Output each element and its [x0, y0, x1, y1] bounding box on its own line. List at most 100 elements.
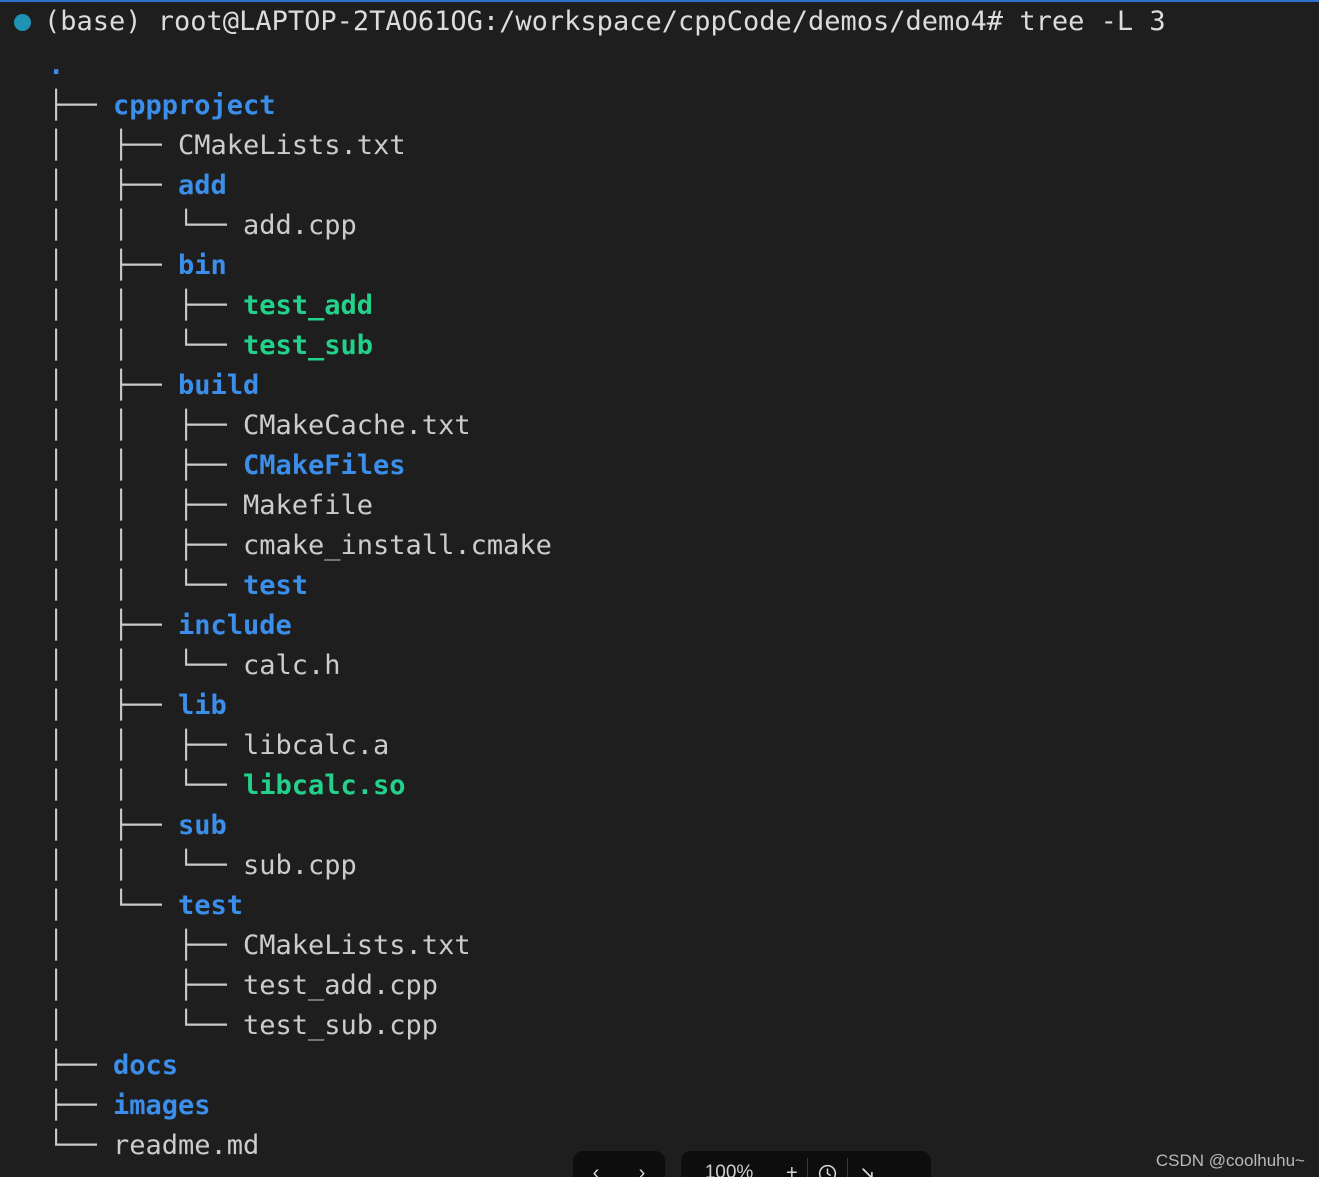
tree-entry-dir: sub [178, 810, 227, 841]
tree-guide-glyphs: │ ├── [48, 970, 244, 1001]
tree-entry-file: libcalc.a [243, 730, 390, 761]
tree-entry-exec: libcalc.so [243, 770, 406, 801]
tree-row: ├── cppproject [0, 86, 1319, 126]
tree-entry-file: test_add.cpp [243, 970, 439, 1001]
tree-row-inner: │ │ └── test_sub [0, 326, 1319, 366]
tree-entry-dir: build [178, 370, 260, 401]
tree-row-inner: │ ├── lib [0, 686, 1319, 726]
tree-guide-glyphs: │ │ └── [48, 210, 244, 241]
tree-entry-dir: lib [178, 690, 227, 721]
tree-entry-dir: . [48, 50, 65, 81]
tree-guide-glyphs: │ │ └── [48, 650, 244, 681]
tree-row: │ ├── sub [0, 806, 1319, 846]
tree-row: │ ├── include [0, 606, 1319, 646]
tree-guide-glyphs: │ │ ├── [48, 530, 244, 561]
tree-row-inner: ├── docs [0, 1046, 1319, 1086]
tree-row-inner: │ └── test [0, 886, 1319, 926]
tree-guide-glyphs: │ │ ├── [48, 410, 244, 441]
tree-row-inner: │ │ ├── CMakeCache.txt [0, 406, 1319, 446]
tree-row-inner: │ └── test_sub.cpp [0, 1006, 1319, 1046]
tree-guide-glyphs: │ ├── [48, 370, 179, 401]
tree-row: │ │ └── test [0, 566, 1319, 606]
tree-row: ├── docs [0, 1046, 1319, 1086]
tree-row: │ ├── bin [0, 246, 1319, 286]
tree-row: │ └── test_sub.cpp [0, 1006, 1319, 1046]
tree-row: │ │ ├── CMakeFiles [0, 446, 1319, 486]
tree-row-inner: │ │ ├── CMakeFiles [0, 446, 1319, 486]
tree-entry-exec: test_sub [243, 330, 374, 361]
terminal-window: (base) root@LAPTOP-2TAO61OG:/workspace/c… [0, 0, 1319, 1177]
tree-guide-glyphs: │ ├── [48, 690, 179, 721]
tree-guide-glyphs: │ │ ├── [48, 290, 244, 321]
tree-row-inner: │ │ ├── test_add [0, 286, 1319, 326]
top-accent-strip [0, 0, 1319, 2]
tree-row-inner: └── readme.md [0, 1126, 1319, 1166]
tree-entry-file: sub.cpp [243, 850, 357, 881]
tree-row: │ │ ├── cmake_install.cmake [0, 526, 1319, 566]
tree-row-inner: │ │ ├── cmake_install.cmake [0, 526, 1319, 566]
tree-row-inner: │ │ ├── libcalc.a [0, 726, 1319, 766]
tree-row-inner: │ ├── build [0, 366, 1319, 406]
tree-guide-glyphs: ├── [48, 1090, 114, 1121]
tree-row-inner: ├── cppproject [0, 86, 1319, 126]
tree-row-inner: │ ├── include [0, 606, 1319, 646]
tree-row: │ │ ├── Makefile [0, 486, 1319, 526]
watermark: CSDN @coolhuhu~ [1155, 1151, 1305, 1170]
tree-entry-dir: CMakeFiles [243, 450, 406, 481]
tree-entry-file: Makefile [243, 490, 374, 521]
tree-guide-glyphs: │ │ └── [48, 770, 244, 801]
tree-row-inner: ├── images [0, 1086, 1319, 1126]
tree-entry-file: CMakeLists.txt [243, 930, 471, 961]
tree-row: └── readme.md [0, 1126, 1319, 1166]
tree-entry-file: readme.md [113, 1130, 260, 1161]
tree-guide-glyphs: │ └── [48, 890, 179, 921]
prompt-status-dot-icon [14, 13, 31, 31]
tree-entry-dir: bin [178, 250, 227, 281]
tree-row: │ │ └── libcalc.so [0, 766, 1319, 806]
tree-row: │ ├── build [0, 366, 1319, 406]
tree-row-inner: │ │ └── add.cpp [0, 206, 1319, 246]
tree-guide-glyphs: │ ├── [48, 130, 179, 161]
tree-entry-file: test_sub.cpp [243, 1010, 439, 1041]
tree-row-inner: │ ├── CMakeLists.txt [0, 926, 1319, 966]
tree-guide-glyphs: │ ├── [48, 930, 244, 961]
tree-guide-glyphs: └── [48, 1130, 114, 1161]
tree-guide-glyphs: │ │ └── [48, 330, 244, 361]
tree-entry-dir: cppproject [113, 90, 276, 121]
tree-row: . [0, 46, 1319, 86]
tree-guide-glyphs: │ │ ├── [48, 490, 244, 521]
tree-row-inner: │ │ ├── Makefile [0, 486, 1319, 526]
tree-guide-glyphs: │ │ └── [48, 570, 244, 601]
tree-row: │ │ └── test_sub [0, 326, 1319, 366]
tree-entry-file: CMakeCache.txt [243, 410, 471, 441]
tree-guide-glyphs: │ ├── [48, 250, 179, 281]
tree-entry-dir: docs [113, 1050, 179, 1081]
tree-entry-dir: add [178, 170, 227, 201]
tree-entry-dir: include [178, 610, 292, 641]
prompt-text: (base) root@LAPTOP-2TAO61OG:/workspace/c… [44, 6, 1166, 37]
tree-row-inner: │ │ └── libcalc.so [0, 766, 1319, 806]
tree-guide-glyphs: │ ├── [48, 170, 179, 201]
tree-entry-file: CMakeLists.txt [178, 130, 406, 161]
tree-row-inner: │ ├── CMakeLists.txt [0, 126, 1319, 166]
tree-row: │ │ ├── CMakeCache.txt [0, 406, 1319, 446]
tree-row: │ │ └── add.cpp [0, 206, 1319, 246]
tree-row: │ │ ├── test_add [0, 286, 1319, 326]
tree-row-inner: │ ├── sub [0, 806, 1319, 846]
tree-row: │ ├── test_add.cpp [0, 966, 1319, 1006]
tree-row: │ └── test [0, 886, 1319, 926]
tree-guide-glyphs: │ │ ├── [48, 730, 244, 761]
tree-row-inner: │ ├── bin [0, 246, 1319, 286]
tree-row-inner: │ │ └── calc.h [0, 646, 1319, 686]
tree-row: │ ├── lib [0, 686, 1319, 726]
tree-guide-glyphs: │ │ ├── [48, 450, 244, 481]
tree-guide-glyphs: │ ├── [48, 810, 179, 841]
tree-entry-exec: test_add [243, 290, 374, 321]
tree-row-inner: . [0, 46, 1319, 86]
tree-entry-dir: images [113, 1090, 211, 1121]
tree-entry-file: cmake_install.cmake [243, 530, 552, 561]
tree-row: ├── images [0, 1086, 1319, 1126]
tree-row: │ ├── CMakeLists.txt [0, 126, 1319, 166]
tree-row: │ ├── CMakeLists.txt [0, 926, 1319, 966]
tree-row: │ │ └── sub.cpp [0, 846, 1319, 886]
